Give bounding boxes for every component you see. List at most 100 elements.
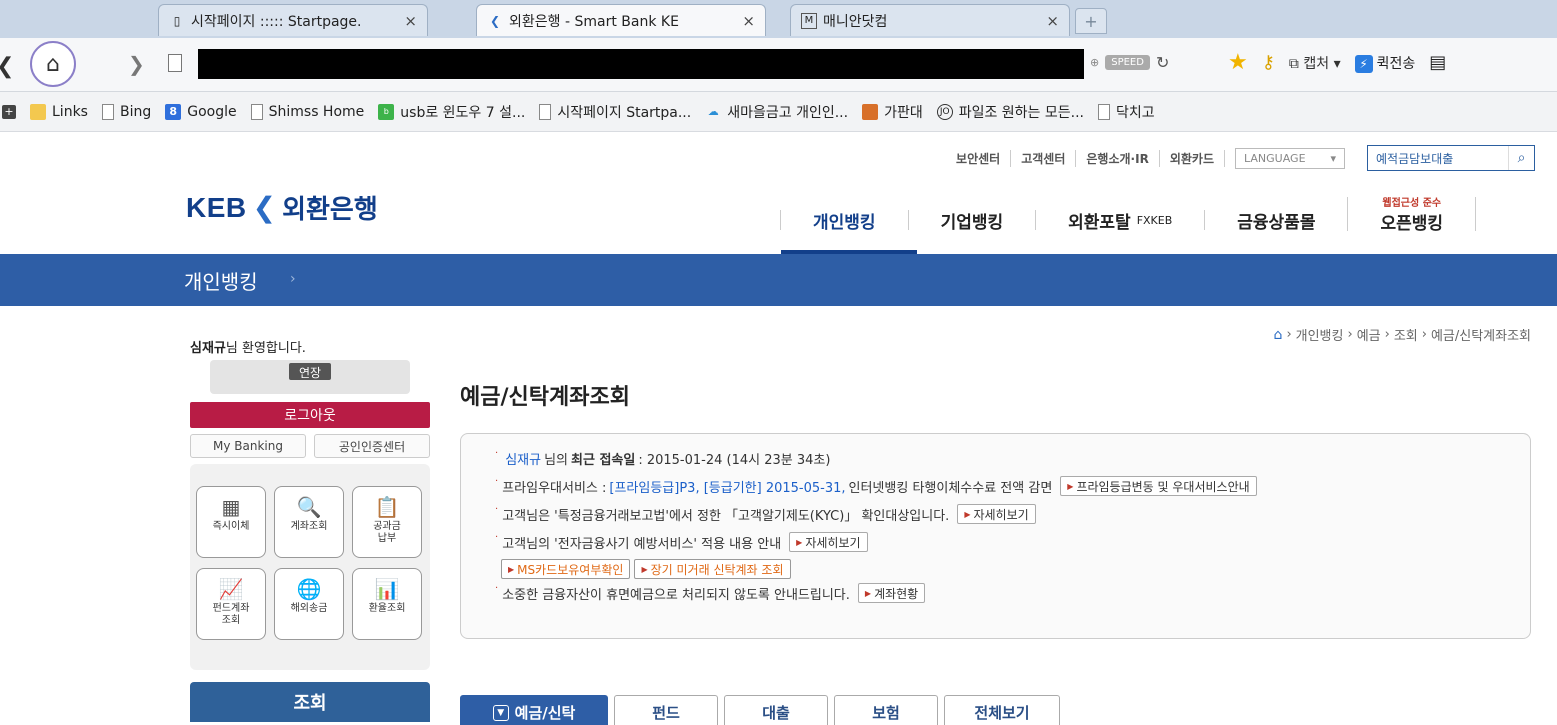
bookmark-links[interactable]: Links: [30, 103, 88, 120]
bullet-icon: ·: [495, 582, 499, 594]
efraud-detail-button[interactable]: ▶ 자세히보기: [789, 532, 868, 552]
tab-deposit-trust[interactable]: ▼ 예금/신탁: [460, 695, 608, 725]
quick-item-label: 공과금 납부: [373, 521, 401, 544]
prime-info-button[interactable]: ▶ 프라임등급변동 및 우대서비스안내: [1060, 476, 1257, 496]
gnb-personal-banking[interactable]: 개인뱅킹: [780, 210, 908, 233]
gnb-corporate-banking[interactable]: 기업뱅킹: [907, 210, 1036, 233]
tab-insurance[interactable]: 보험: [834, 695, 938, 725]
logout-button[interactable]: 로그아웃: [190, 402, 430, 428]
gnb-fx-portal[interactable]: 외환포탈 FXKEB: [1035, 210, 1204, 233]
bookmark-filejo[interactable]: JO 파일조 원하는 모든...: [936, 102, 1084, 122]
forward-arrow-icon[interactable]: ❯: [128, 52, 145, 76]
cert-center-button[interactable]: 공인인증센터: [314, 434, 430, 458]
quick-menu: ▦ 즉시이체 🔍 계좌조회 📋 공과금 납부 📈 펀드계좌 조회 🌐 해외송금 📊 환율조회: [190, 464, 430, 670]
ms-card-check-button[interactable]: ▶ MS카드보유여부확인: [501, 559, 631, 579]
quick-utility-payment[interactable]: 📋 공과금 납부: [352, 486, 422, 558]
browser-tab-keb[interactable]: ❮ 외환은행 - Smart Bank KE ×: [476, 4, 766, 36]
key-icon[interactable]: ⚷: [1262, 52, 1275, 73]
plus-icon[interactable]: +: [2, 104, 16, 119]
prime-grade: [프라임등급]P3, [등급기한] 2015-05-31,: [609, 480, 846, 496]
home-icon[interactable]: ⌂: [30, 41, 76, 87]
accessibility-tag: 웹접근성 준수: [1382, 198, 1442, 209]
gnb-open-banking[interactable]: 웹접근성 준수 오픈뱅킹: [1347, 197, 1477, 234]
back-arrow-icon[interactable]: ❮: [0, 54, 14, 79]
bookmark-mg[interactable]: ☁ 새마을금고 개인인...: [705, 102, 848, 122]
refresh-icon[interactable]: ↻: [1156, 53, 1169, 72]
my-banking-button[interactable]: My Banking: [190, 434, 306, 458]
util-keb-card[interactable]: 외환카드: [1160, 149, 1225, 167]
close-icon[interactable]: ×: [404, 12, 417, 30]
prime-btn-label: 프라임등급변동 및 우대서비스안내: [1076, 479, 1250, 494]
breadcrumb-item[interactable]: 개인뱅킹: [1296, 325, 1344, 344]
bookmark-label: usb로 윈도우 7 설...: [400, 104, 526, 121]
bookmark-google[interactable]: 8 Google: [165, 103, 237, 120]
quick-overseas-remit[interactable]: 🌐 해외송금: [274, 568, 344, 640]
dormant-trust-button[interactable]: ▶ 장기 미거래 신탁계좌 조회: [634, 559, 791, 579]
tab-view-all[interactable]: 전체보기: [944, 695, 1060, 725]
blog-icon: b: [378, 103, 395, 120]
tab-fund[interactable]: 펀드: [614, 695, 718, 725]
keb-logo[interactable]: KEB ❮ 외환은행: [186, 189, 378, 226]
new-tab-button[interactable]: +: [1075, 8, 1107, 34]
browser-nav-bar: ❮ ⌂ ❯ ⊕ SPEED ↻ ★ ⚷ ⧉ 캡처 ▾ ⚡퀵전송 ▤: [0, 38, 1557, 92]
address-bar[interactable]: [198, 49, 1084, 79]
browser-tab-bar: ▯ 시작페이지 ::::: Startpage. × ❮ 외환은행 - Smar…: [0, 0, 1557, 38]
banner-title: 개인뱅킹: [184, 270, 258, 294]
close-icon[interactable]: ×: [742, 12, 755, 30]
util-bank-ir[interactable]: 은행소개·IR: [1076, 149, 1160, 167]
capture-button[interactable]: ⧉ 캡처 ▾: [1289, 53, 1341, 73]
browser-tab-manian[interactable]: M 매니안닷컴 ×: [790, 4, 1070, 36]
speed-badge[interactable]: SPEED: [1105, 55, 1150, 70]
kyc-detail-button[interactable]: ▶ 자세히보기: [957, 504, 1036, 524]
breadcrumb-item[interactable]: 예금: [1357, 325, 1381, 344]
global-nav: 개인뱅킹 기업뱅킹 외환포탈 FXKEB 금융상품몰 웹접근성 준수 오픈뱅킹: [780, 197, 1477, 237]
quick-item-label: 즉시이체: [212, 521, 250, 532]
logo-korean: 외환은행: [282, 195, 378, 225]
chevron-down-icon: ▼: [492, 704, 509, 721]
page-icon: ▯: [173, 13, 181, 28]
breadcrumb-item[interactable]: 조회: [1394, 325, 1418, 344]
bookmark-label: 가판대: [884, 104, 923, 121]
language-select[interactable]: LANGUAGE ▾: [1235, 147, 1345, 169]
quick-exchange-rate[interactable]: 📊 환율조회: [352, 568, 422, 640]
bookmark-label: 시작페이지 Startpa...: [557, 104, 692, 121]
site-search[interactable]: 예적금담보대출 ⌕: [1367, 145, 1535, 171]
quick-instant-transfer[interactable]: ▦ 즉시이체: [196, 486, 266, 558]
home-icon[interactable]: ⌂: [1274, 327, 1283, 343]
kyc-line: · 고객님은 '특정금융거래보고법'에서 정한 「고객알기제도(KYC)」 확인…: [495, 500, 1530, 528]
kyc-btn-label: 자세히보기: [973, 507, 1029, 522]
gnb-products[interactable]: 금융상품몰: [1204, 210, 1347, 233]
search-icon[interactable]: ⌕: [1508, 146, 1534, 170]
m-icon: M: [801, 12, 817, 29]
star-icon[interactable]: ★: [1228, 50, 1248, 75]
bookmark-usb[interactable]: b usb로 윈도우 7 설...: [378, 102, 525, 122]
arrow-right-icon: ▶: [508, 564, 515, 574]
quick-menu-grid: ▦ 즉시이체 🔍 계좌조회 📋 공과금 납부 📈 펀드계좌 조회 🌐 해외송금 📊 환율조회: [196, 486, 430, 640]
close-icon[interactable]: ×: [1046, 12, 1059, 30]
quick-fund-inquiry[interactable]: 📈 펀드계좌 조회: [196, 568, 266, 640]
bookmark-kiosk[interactable]: 가판대: [862, 102, 923, 122]
search-input[interactable]: 예적금담보대출: [1376, 150, 1508, 167]
quicksend-button[interactable]: ⚡ 퀵전송: [1354, 53, 1415, 73]
bookmark-label: Links: [52, 103, 88, 120]
quick-item-label: 계좌조회: [290, 521, 328, 532]
folder-icon: [30, 103, 46, 120]
browser-tab-startpage[interactable]: ▯ 시작페이지 ::::: Startpage. ×: [158, 4, 428, 36]
bookmark-label: Shimss Home: [268, 103, 365, 120]
globe-icon: 🌐: [296, 577, 322, 601]
bookmark-bing[interactable]: Bing: [101, 103, 151, 120]
account-status-button[interactable]: ▶ 계좌현황: [857, 583, 926, 603]
efraud-btn-label: 자세히보기: [805, 535, 861, 550]
tab-loan[interactable]: 대출: [724, 695, 828, 725]
extend-session-button[interactable]: 연장: [288, 363, 332, 380]
menu-icon[interactable]: ▤: [1429, 52, 1446, 73]
util-customer-center[interactable]: 고객센터: [1011, 149, 1077, 167]
quick-account-inquiry[interactable]: 🔍 계좌조회: [274, 486, 344, 558]
bookmark-startpage[interactable]: 시작페이지 Startpa...: [539, 102, 691, 122]
util-security-center[interactable]: 보안센터: [946, 149, 1012, 167]
user-name: 심재규: [190, 341, 226, 356]
dormant-line: · 소중한 금융자산이 휴면예금으로 처리되지 않도록 안내드립니다. ▶ 계좌현…: [495, 582, 1530, 604]
bookmark-dakchigo[interactable]: 닥치고: [1098, 102, 1155, 122]
inquiry-banner[interactable]: 조회: [190, 682, 430, 722]
bookmark-shimss[interactable]: Shimss Home: [250, 103, 365, 120]
